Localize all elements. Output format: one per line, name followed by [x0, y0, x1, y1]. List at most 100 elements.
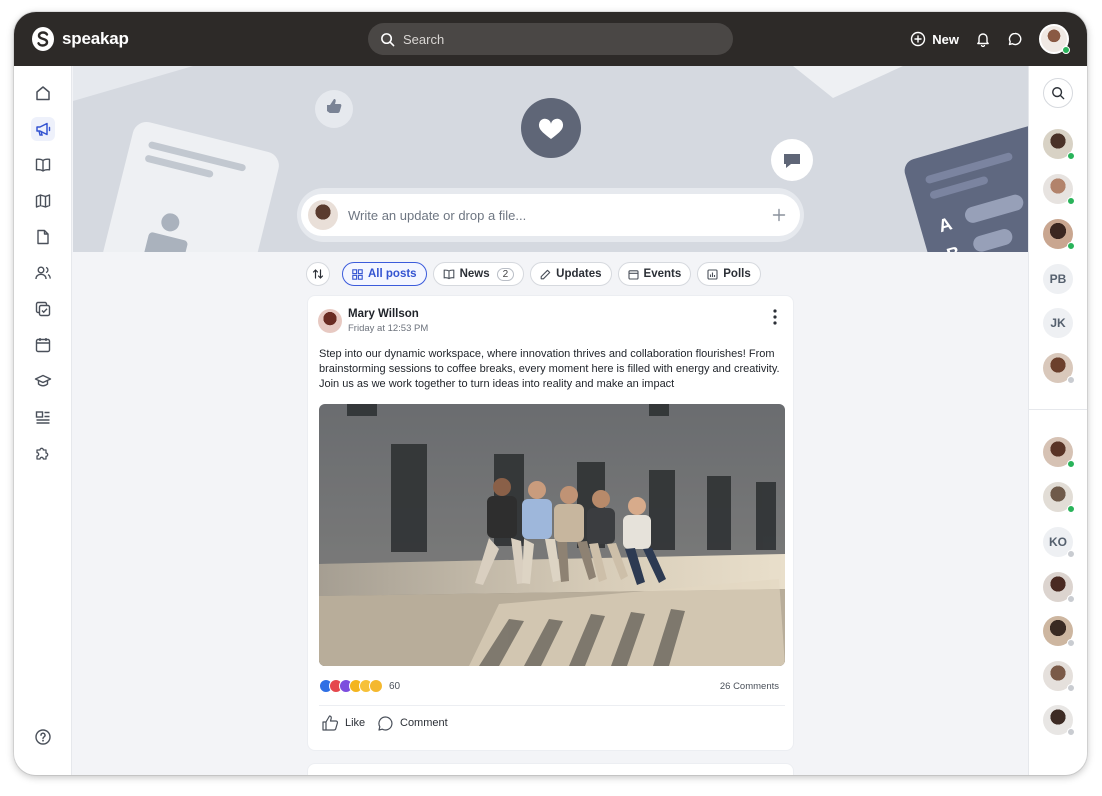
filter-label: Polls [723, 268, 751, 280]
contact-avatar[interactable] [1043, 353, 1075, 384]
people-search-button[interactable] [1043, 78, 1073, 108]
nav-home[interactable] [31, 81, 55, 105]
nav-integrations[interactable] [31, 441, 55, 465]
contact-avatar[interactable] [1043, 482, 1075, 513]
thumbs-up-icon [322, 715, 339, 731]
calendar-icon [627, 269, 639, 280]
filter-all-posts[interactable]: All posts [342, 262, 427, 286]
reaction-summary[interactable]: 60 [319, 679, 400, 693]
contact-avatar-initials[interactable]: JK [1043, 308, 1073, 338]
contact-avatar[interactable] [1043, 129, 1075, 160]
initials-text: KO [1049, 535, 1067, 549]
online-status-dot [1067, 152, 1075, 160]
left-sidebar [14, 66, 72, 775]
comment-button[interactable]: Comment [377, 713, 448, 733]
chat-icon[interactable] [1007, 31, 1023, 47]
search-input[interactable] [403, 31, 703, 47]
home-icon [36, 86, 50, 101]
reaction-count: 60 [389, 680, 401, 692]
search-bar[interactable] [368, 23, 733, 55]
contact-avatar[interactable] [1043, 437, 1075, 468]
author-avatar[interactable] [318, 309, 342, 333]
nav-knowledge[interactable] [31, 153, 55, 177]
filter-events[interactable]: Events [617, 262, 692, 286]
plus-icon[interactable] [772, 208, 786, 222]
top-bar: speakap New [14, 12, 1087, 66]
tasks-icon [35, 301, 51, 317]
like-label: Like [345, 717, 366, 729]
online-status-dot [1067, 505, 1075, 513]
contact-avatar-initials[interactable]: KO [1043, 527, 1075, 558]
poll-icon [707, 268, 718, 280]
contact-avatar[interactable] [1043, 219, 1075, 250]
post-body: Step into our dynamic workspace, where i… [319, 348, 780, 390]
nav-forms[interactable] [31, 405, 55, 429]
top-actions: New [910, 22, 1070, 56]
comment-icon [378, 715, 393, 731]
user-avatar[interactable] [1039, 24, 1070, 54]
offline-status-dot [1067, 595, 1075, 603]
sad-reaction-icon [369, 679, 383, 693]
like-button[interactable]: Like [321, 713, 365, 733]
nav-learning[interactable] [31, 369, 55, 393]
online-status-dot [1062, 46, 1070, 54]
main-feed: A B [73, 66, 1028, 775]
graduation-icon [34, 374, 52, 387]
post-image[interactable] [319, 404, 785, 666]
help-icon [35, 729, 51, 745]
sort-button[interactable] [306, 262, 330, 286]
sort-icon [312, 269, 324, 279]
composer-avatar [308, 200, 338, 230]
app-name: speakap [62, 29, 129, 48]
comments-count[interactable]: 26 Comments [720, 681, 779, 692]
contact-avatar-initials[interactable]: PB [1043, 264, 1073, 294]
online-status-dot [1067, 460, 1075, 468]
app-logo[interactable]: speakap [32, 27, 129, 51]
contact-avatar[interactable] [1043, 174, 1075, 205]
contact-avatar[interactable] [1043, 572, 1075, 603]
online-status-dot [1067, 242, 1075, 250]
map-icon [35, 194, 51, 208]
filter-label: Events [643, 268, 682, 280]
contact-avatar[interactable] [1043, 616, 1075, 647]
nav-map[interactable] [31, 189, 55, 213]
megaphone-icon [36, 122, 51, 136]
nav-files[interactable] [31, 225, 55, 249]
comment-label: Comment [400, 717, 448, 729]
divider [319, 705, 785, 706]
grid-icon [352, 268, 363, 280]
bell-icon[interactable] [975, 31, 991, 47]
group-photo [319, 404, 785, 666]
contact-avatar[interactable] [1043, 705, 1075, 736]
post-card: Mary Willson Friday at 12:53 PM Step int… [307, 295, 794, 751]
app-window: speakap New [14, 12, 1087, 775]
people-icon [35, 266, 51, 280]
nav-help[interactable] [31, 725, 55, 749]
nav-tasks[interactable] [31, 297, 55, 321]
post-composer[interactable] [301, 194, 800, 236]
filter-updates[interactable]: Updates [530, 262, 612, 286]
puzzle-icon [36, 447, 49, 460]
search-icon [1052, 87, 1065, 100]
online-status-dot [1067, 197, 1075, 205]
nav-announcements[interactable] [31, 117, 55, 141]
offline-status-dot [1067, 684, 1075, 692]
contact-avatar[interactable] [1043, 661, 1075, 692]
more-options-icon[interactable] [771, 308, 779, 326]
nav-calendar[interactable] [31, 333, 55, 357]
right-people-rail: PB JK KO [1028, 66, 1087, 775]
offline-status-dot [1067, 639, 1075, 647]
offline-status-dot [1067, 376, 1075, 384]
form-icon [35, 411, 50, 424]
filter-bar: All posts News 2 Updates Events Polls [306, 261, 761, 287]
nav-people[interactable] [31, 261, 55, 285]
new-button[interactable]: New [910, 31, 959, 47]
composer-input[interactable] [348, 207, 772, 223]
filter-label: Updates [556, 268, 602, 280]
search-icon [381, 32, 395, 46]
filter-polls[interactable]: Polls [697, 262, 761, 286]
filter-news[interactable]: News 2 [432, 262, 525, 286]
filter-label: News [459, 268, 490, 280]
logo-mark-icon [32, 27, 54, 51]
author-name[interactable]: Mary Willson [348, 308, 419, 320]
